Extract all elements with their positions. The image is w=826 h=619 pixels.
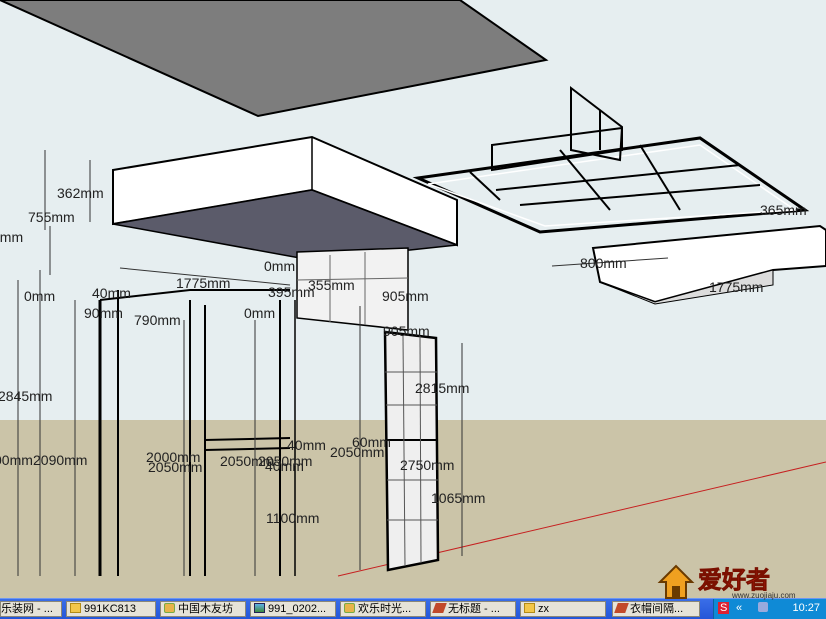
logo-mark-icon: 爱好者 www.zuojiaju.com: [657, 564, 796, 600]
dimension-label: 1065mm: [431, 490, 485, 506]
taskbar-button-label: 衣帽间隔...: [630, 603, 684, 615]
taskbar-button[interactable]: 无标题 - ...: [430, 601, 516, 617]
dimension-label: 1100mm: [266, 510, 319, 526]
dimension-label: 40mm: [265, 458, 304, 474]
taskbar-button-label: 欢乐时光...: [358, 603, 412, 615]
ime-icon[interactable]: S: [718, 602, 730, 614]
dimension-label: 800mm: [580, 255, 627, 271]
dimension-label: 1775mm: [709, 279, 763, 295]
dimension-label: 90mm: [84, 305, 123, 321]
dimension-label: 355mm: [308, 277, 355, 293]
taskbar-button[interactable]: 衣帽间隔...: [612, 601, 700, 617]
taskbar-button-label: 中国木友坊: [178, 603, 233, 615]
watermark-logo: 爱好者 www.zuojiaju.com: [656, 560, 818, 600]
dimension-label: 2050mm: [330, 444, 384, 460]
dimension-label: 362mm: [57, 185, 104, 201]
tray-expand-button[interactable]: «: [736, 602, 742, 614]
dimension-label: 2050mm: [148, 459, 202, 475]
dimension-label: 2845mm: [0, 388, 52, 404]
windows-taskbar: 乐装网 - ... 991KC813 中国木友坊 991_0202... 欢乐时光...…: [0, 598, 826, 619]
pen-icon: [614, 603, 629, 613]
dimension-label: 2815mm: [415, 380, 469, 396]
dimension-label: 40mm: [92, 285, 131, 301]
taskbar-button[interactable]: 991_0202...: [250, 601, 336, 617]
taskbar-button[interactable]: 中国木友坊: [160, 601, 246, 617]
dimension-label: 2750mm: [400, 457, 454, 473]
image-icon: [254, 603, 265, 613]
taskbar-button[interactable]: 991KC813: [66, 601, 156, 617]
taskbar-button[interactable]: 欢乐时光...: [340, 601, 426, 617]
3d-model-canvas[interactable]: 362mm 755mm 0mm 0mm 2845mm 00mm2090mm 1775mm 40…: [0, 0, 826, 598]
dimension-label: 905mm: [382, 288, 429, 304]
dimension-label: 0mm: [0, 229, 23, 245]
dimension-label: 00mm: [0, 452, 33, 468]
dimension-label: 755mm: [28, 209, 75, 225]
network-icon[interactable]: [758, 602, 768, 612]
taskbar-button[interactable]: 乐装网 - ...: [0, 601, 62, 617]
app-icon: [344, 603, 355, 613]
dimension-label: 1775mm: [176, 275, 230, 291]
dimension-label: 365mm: [760, 202, 807, 218]
app-icon: [164, 603, 175, 613]
taskbar-button-label: 991KC813: [84, 603, 136, 615]
taskbar-button[interactable]: zx: [520, 601, 606, 617]
clock[interactable]: 10:27: [792, 602, 820, 614]
system-tray: S « 10:27: [713, 599, 826, 619]
dimension-label: 0mm: [244, 305, 275, 321]
folder-icon: [524, 603, 535, 613]
dimension-label: 40mm: [287, 437, 326, 453]
pen-icon: [432, 603, 447, 613]
dimension-label: 790mm: [134, 312, 181, 328]
dimension-label: 905mm: [383, 323, 430, 339]
taskbar-button-label: 无标题 - ...: [448, 603, 500, 615]
dimension-label: 0mm: [264, 258, 295, 274]
dimension-label: 2090mm: [33, 452, 87, 468]
sketchup-viewport[interactable]: 362mm 755mm 0mm 0mm 2845mm 00mm2090mm 1775mm 40…: [0, 0, 826, 598]
taskbar-button-label: zx: [538, 603, 549, 615]
watermark-brand: 爱好者: [698, 566, 770, 594]
watermark-url: www.zuojiaju.com: [731, 591, 796, 600]
taskbar-button-label: 乐装网 - ...: [1, 603, 53, 615]
folder-icon: [70, 603, 81, 613]
taskbar-button-label: 991_0202...: [268, 603, 327, 615]
dimension-label: 0mm: [24, 288, 55, 304]
